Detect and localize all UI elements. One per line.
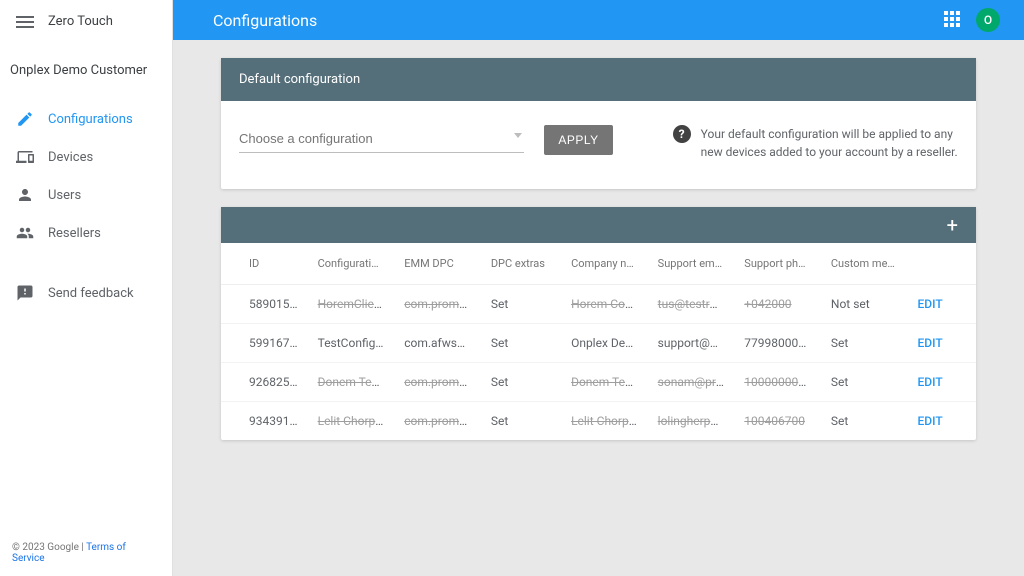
cell: Set	[821, 324, 908, 363]
cell: Set	[481, 402, 561, 441]
info-text: Your default configuration will be appli…	[701, 125, 958, 161]
feedback-label: Send feedback	[48, 286, 134, 301]
cell: Set	[821, 363, 908, 402]
column-header: EMM DPC	[394, 243, 481, 285]
column-header: DPC extras	[481, 243, 561, 285]
nav-label: Devices	[48, 150, 93, 165]
configurations-table: IDConfiguration na...EMM DPCDPC extrasCo…	[221, 243, 976, 440]
edit-icon	[16, 110, 34, 128]
chevron-down-icon	[514, 133, 522, 138]
column-header: Company name	[561, 243, 648, 285]
column-header: Support phone n...	[734, 243, 821, 285]
cell: 1000000000	[734, 363, 821, 402]
apply-button[interactable]: APPLY	[544, 125, 612, 155]
footer-text: © 2023 Google |	[12, 542, 86, 553]
cell: 934391170	[221, 402, 308, 441]
cell: Onplex Demo	[561, 324, 648, 363]
cell: 589015368	[221, 285, 308, 324]
cell: 100406700	[734, 402, 821, 441]
cell: Donem Testing	[308, 363, 395, 402]
sidebar-item-feedback[interactable]: Send feedback	[0, 274, 172, 312]
configurations-table-card: + IDConfiguration na...EMM DPCDPC extras…	[221, 207, 976, 440]
nav-label: Configurations	[48, 112, 133, 127]
cell: Set	[481, 324, 561, 363]
table-row: 599167588TestConfiguratuioncom.afwsample…	[221, 324, 976, 363]
cell: TestConfiguratuion	[308, 324, 395, 363]
feedback-icon	[16, 284, 34, 302]
cell: Lelit Chorpodo	[308, 402, 395, 441]
column-header: Support email a...	[648, 243, 735, 285]
main: Configurations O Default configuration A…	[173, 0, 1024, 576]
table-row: 934391170Lelit Chorpodocom.promobitsolnS…	[221, 402, 976, 441]
user-icon	[16, 186, 34, 204]
cell: +042000	[734, 285, 821, 324]
edit-button[interactable]: EDIT	[918, 375, 943, 389]
cell: Donem Testing	[561, 363, 648, 402]
table-row: 926825881Donem Testingcom.promobitsolnSe…	[221, 363, 976, 402]
cell: tus@testroom	[648, 285, 735, 324]
cell: lolingherpedo@pro	[648, 402, 735, 441]
edit-button[interactable]: EDIT	[918, 414, 943, 428]
nav-label: Resellers	[48, 226, 101, 241]
add-config-button[interactable]: +	[947, 215, 958, 235]
sidebar-item-resellers[interactable]: Resellers	[0, 214, 172, 252]
cell: Set	[821, 402, 908, 441]
edit-button[interactable]: EDIT	[918, 297, 943, 311]
config-select[interactable]	[239, 125, 524, 153]
devices-icon	[16, 148, 34, 166]
cell: com.promobitsoln	[394, 363, 481, 402]
sidebar-item-configurations[interactable]: Configurations	[0, 100, 172, 138]
cell: 926825881	[221, 363, 308, 402]
apps-icon[interactable]	[944, 11, 962, 29]
info-icon: ?	[673, 125, 691, 143]
column-header	[908, 243, 977, 285]
table-row: 589015368HoremClient Donitycom.promobits…	[221, 285, 976, 324]
nav-list: Configurations Devices Users Resellers	[0, 92, 172, 252]
cell: Not set	[821, 285, 908, 324]
sidebar-item-devices[interactable]: Devices	[0, 138, 172, 176]
cell: support@demo.co	[648, 324, 735, 363]
avatar[interactable]: O	[976, 8, 1000, 32]
default-config-card: Default configuration APPLY ? Your defau…	[221, 58, 976, 189]
topbar: Configurations O	[173, 0, 1024, 40]
cell: com.promobitsoln	[394, 402, 481, 441]
menu-icon[interactable]	[16, 16, 34, 28]
cell: com.afwsamples.t	[394, 324, 481, 363]
cell: Set	[481, 285, 561, 324]
nav-label: Users	[48, 188, 81, 203]
cell: Horem Company	[561, 285, 648, 324]
sidebar: Zero Touch Onplex Demo Customer Configur…	[0, 0, 173, 576]
cell: 77998000087	[734, 324, 821, 363]
column-header: Custom message	[821, 243, 908, 285]
edit-button[interactable]: EDIT	[918, 336, 943, 350]
group-icon	[16, 224, 34, 242]
brand-name: Zero Touch	[48, 14, 113, 29]
cell: HoremClient Donity	[308, 285, 395, 324]
sidebar-item-users[interactable]: Users	[0, 176, 172, 214]
column-header: Configuration na...	[308, 243, 395, 285]
column-header: ID	[221, 243, 308, 285]
customer-name: Onplex Demo Customer	[0, 43, 172, 92]
cell: sonam@promobile	[648, 363, 735, 402]
cell: com.promobitsoln	[394, 285, 481, 324]
cell: 599167588	[221, 324, 308, 363]
cell: Set	[481, 363, 561, 402]
page-title: Configurations	[213, 11, 317, 30]
config-select-input[interactable]	[239, 125, 524, 153]
cell: Lelit Chorpodo	[561, 402, 648, 441]
default-config-title: Default configuration	[221, 58, 976, 101]
footer: © 2023 Google | Terms of Service	[0, 530, 172, 576]
